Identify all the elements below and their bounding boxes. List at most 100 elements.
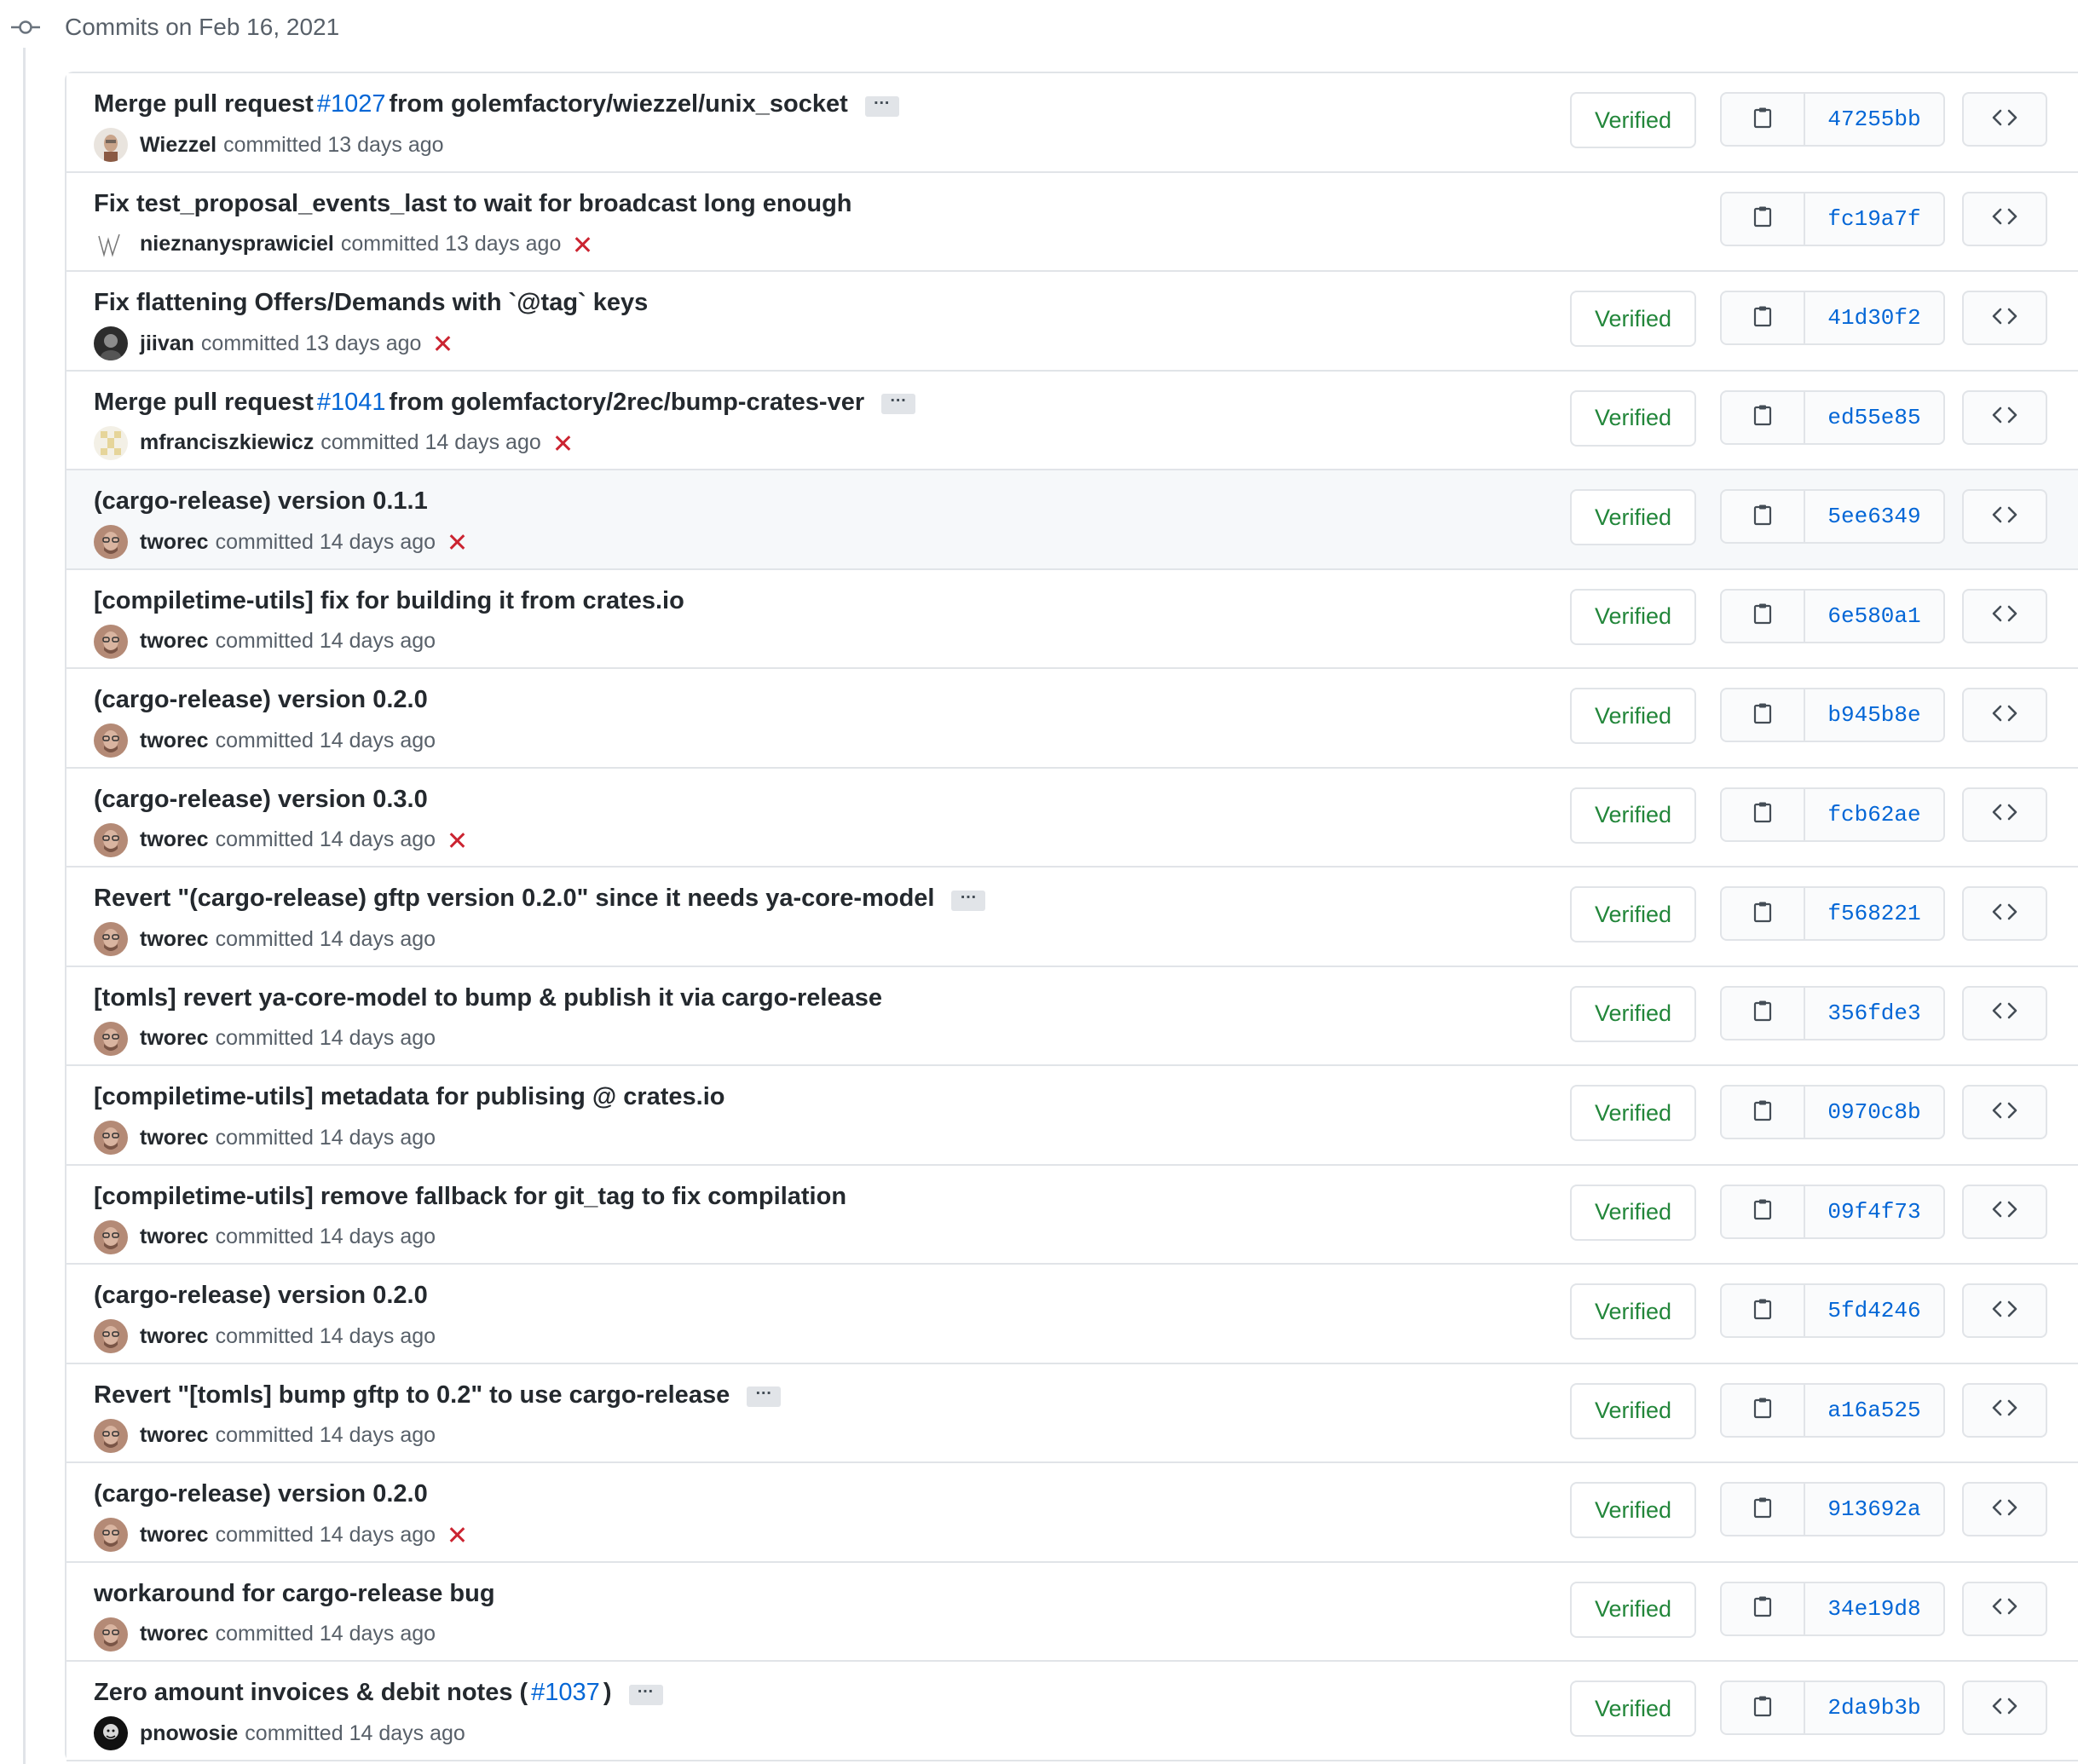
copy-sha-button[interactable] xyxy=(1722,987,1805,1039)
author-link[interactable]: nieznanysprawiciel xyxy=(140,232,334,257)
status-fail-icon[interactable] xyxy=(447,831,466,850)
author-link[interactable]: mfranciszkiewicz xyxy=(140,430,314,455)
commit-title-link[interactable]: (cargo-release) version 0.2.0 xyxy=(94,1480,428,1508)
commit-title-link-rest[interactable]: from golemfactory/wiezzel/unix_socket xyxy=(389,90,847,118)
author-link[interactable]: tworec xyxy=(140,1225,209,1249)
verified-badge[interactable]: Verified xyxy=(1570,1482,1696,1538)
avatar[interactable] xyxy=(94,1418,128,1453)
browse-repo-button[interactable] xyxy=(1962,1680,2047,1735)
commit-sha-link[interactable]: fc19a7f xyxy=(1805,193,1943,245)
commit-title-link[interactable]: Revert "(cargo-release) gftp version 0.2… xyxy=(94,885,934,913)
copy-sha-button[interactable] xyxy=(1722,391,1805,443)
browse-repo-button[interactable] xyxy=(1962,1482,2047,1536)
commit-sha-link[interactable]: 356fde3 xyxy=(1805,988,1943,1039)
avatar[interactable] xyxy=(94,326,128,360)
avatar[interactable] xyxy=(94,1219,128,1254)
copy-sha-button[interactable] xyxy=(1722,193,1805,245)
commit-title-link[interactable]: [compiletime-utils] remove fallback for … xyxy=(94,1183,846,1211)
commit-title-link[interactable]: Fix test_proposal_events_last to wait fo… xyxy=(94,190,852,218)
expand-message-button[interactable]: … xyxy=(864,89,899,117)
avatar[interactable] xyxy=(94,227,128,262)
verified-badge[interactable]: Verified xyxy=(1570,1680,1696,1737)
browse-repo-button[interactable] xyxy=(1962,489,2047,544)
copy-sha-button[interactable] xyxy=(1722,1682,1805,1733)
commit-title-link[interactable]: (cargo-release) version 0.3.0 xyxy=(94,786,428,814)
verified-badge[interactable]: Verified xyxy=(1570,1283,1696,1340)
commit-title-link[interactable]: [compiletime-utils] fix for building it … xyxy=(94,587,684,615)
copy-sha-button[interactable] xyxy=(1722,1185,1805,1237)
author-link[interactable]: tworec xyxy=(140,729,209,753)
browse-repo-button[interactable] xyxy=(1962,886,2047,941)
copy-sha-button[interactable] xyxy=(1722,788,1805,840)
commit-title-link[interactable]: Merge pull request xyxy=(94,90,314,118)
copy-sha-button[interactable] xyxy=(1722,94,1805,145)
verified-badge[interactable]: Verified xyxy=(1570,1085,1696,1141)
commit-sha-link[interactable]: ed55e85 xyxy=(1805,392,1943,443)
browse-repo-button[interactable] xyxy=(1962,588,2047,643)
avatar[interactable] xyxy=(94,1518,128,1552)
copy-sha-button[interactable] xyxy=(1722,1384,1805,1436)
avatar[interactable] xyxy=(94,1021,128,1056)
copy-sha-button[interactable] xyxy=(1722,1087,1805,1138)
browse-repo-button[interactable] xyxy=(1962,92,2047,147)
avatar[interactable] xyxy=(94,624,128,659)
author-link[interactable]: jiivan xyxy=(140,331,194,356)
author-link[interactable]: pnowosie xyxy=(140,1721,238,1746)
verified-badge[interactable]: Verified xyxy=(1570,1581,1696,1638)
avatar[interactable] xyxy=(94,1617,128,1652)
commit-sha-link[interactable]: 47255bb xyxy=(1805,94,1943,145)
author-link[interactable]: tworec xyxy=(140,1126,209,1150)
commit-sha-link[interactable]: 2da9b3b xyxy=(1805,1682,1943,1733)
commit-title-link[interactable]: [compiletime-utils] metadata for publisi… xyxy=(94,1083,725,1111)
browse-repo-button[interactable] xyxy=(1962,985,2047,1041)
commit-sha-link[interactable]: 41d30f2 xyxy=(1805,292,1943,343)
commit-sha-link[interactable]: 5ee6349 xyxy=(1805,491,1943,542)
commit-sha-link[interactable]: 913692a xyxy=(1805,1484,1943,1535)
copy-sha-button[interactable] xyxy=(1722,1582,1805,1634)
browse-repo-button[interactable] xyxy=(1962,1581,2047,1636)
commit-sha-link[interactable]: fcb62ae xyxy=(1805,789,1943,840)
avatar[interactable] xyxy=(94,822,128,857)
commit-title-link[interactable]: (cargo-release) version 0.1.1 xyxy=(94,487,428,516)
author-link[interactable]: tworec xyxy=(140,1026,209,1051)
commit-sha-link[interactable]: a16a525 xyxy=(1805,1385,1943,1436)
commit-sha-link[interactable]: 34e19d8 xyxy=(1805,1583,1943,1634)
verified-badge[interactable]: Verified xyxy=(1570,787,1696,844)
browse-repo-button[interactable] xyxy=(1962,787,2047,842)
author-link[interactable]: tworec xyxy=(140,1523,209,1548)
verified-badge[interactable]: Verified xyxy=(1570,985,1696,1042)
author-link[interactable]: tworec xyxy=(140,1324,209,1349)
copy-sha-button[interactable] xyxy=(1722,491,1805,542)
browse-repo-button[interactable] xyxy=(1962,1382,2047,1438)
status-fail-icon[interactable] xyxy=(553,434,572,453)
verified-badge[interactable]: Verified xyxy=(1570,886,1696,943)
verified-badge[interactable]: Verified xyxy=(1570,489,1696,545)
copy-sha-button[interactable] xyxy=(1722,292,1805,343)
verified-badge[interactable]: Verified xyxy=(1570,1382,1696,1439)
browse-repo-button[interactable] xyxy=(1962,688,2047,742)
author-link[interactable]: Wiezzel xyxy=(140,133,216,158)
browse-repo-button[interactable] xyxy=(1962,389,2047,445)
author-link[interactable]: tworec xyxy=(140,1622,209,1646)
author-link[interactable]: tworec xyxy=(140,629,209,654)
status-fail-icon[interactable] xyxy=(447,533,466,551)
commit-title-link[interactable]: Zero amount invoices & debit notes ( xyxy=(94,1679,528,1707)
commit-title-link-rest[interactable]: ) xyxy=(603,1679,612,1707)
avatar[interactable] xyxy=(94,723,128,758)
author-link[interactable]: tworec xyxy=(140,827,209,852)
author-link[interactable]: tworec xyxy=(140,927,209,952)
commit-title-link[interactable]: Fix flattening Offers/Demands with `@tag… xyxy=(94,289,648,317)
avatar[interactable] xyxy=(94,425,128,460)
author-link[interactable]: tworec xyxy=(140,530,209,555)
avatar[interactable] xyxy=(94,1121,128,1155)
commit-sha-link[interactable]: f568221 xyxy=(1805,888,1943,939)
browse-repo-button[interactable] xyxy=(1962,291,2047,345)
avatar[interactable] xyxy=(94,525,128,559)
copy-sha-button[interactable] xyxy=(1722,689,1805,741)
commit-title-link[interactable]: Merge pull request xyxy=(94,389,314,417)
browse-repo-button[interactable] xyxy=(1962,1085,2047,1139)
copy-sha-button[interactable] xyxy=(1722,1285,1805,1336)
avatar[interactable] xyxy=(94,1319,128,1353)
browse-repo-button[interactable] xyxy=(1962,1184,2047,1239)
status-fail-icon[interactable] xyxy=(447,1525,466,1544)
